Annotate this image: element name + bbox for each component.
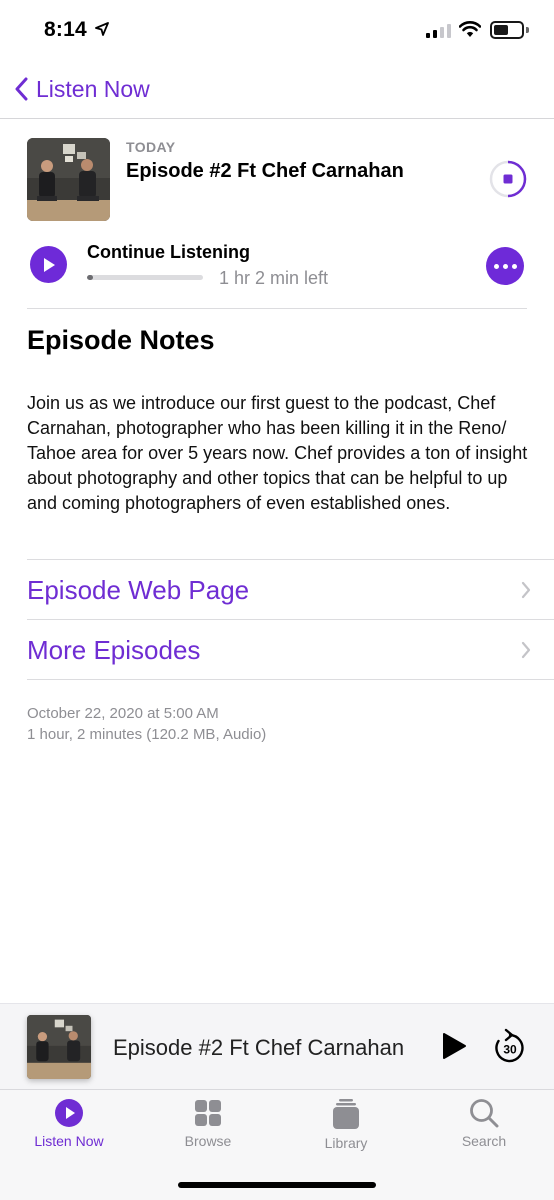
tab-label: Listen Now: [34, 1133, 104, 1149]
listen-now-icon: [55, 1099, 83, 1127]
download-progress-stop-icon[interactable]: [488, 158, 528, 200]
mini-player-play-icon[interactable]: [440, 1031, 468, 1061]
episode-web-page-link[interactable]: Episode Web Page: [27, 560, 531, 620]
chevron-right-icon: [521, 581, 531, 599]
mini-player[interactable]: Episode #2 Ft Chef Carnahan 30: [0, 1003, 554, 1089]
back-button-label: Listen Now: [36, 75, 150, 102]
episode-notes-heading: Episode Notes: [27, 325, 215, 355]
tab-library[interactable]: Library: [291, 1098, 401, 1151]
cellular-signal-icon: [426, 22, 451, 38]
wifi-icon: [459, 21, 481, 37]
skip-forward-30-icon[interactable]: 30: [492, 1027, 528, 1067]
episode-date-label: TODAY: [126, 139, 176, 155]
skip-seconds-label: 30: [503, 1043, 517, 1057]
browse-grid-icon: [195, 1100, 221, 1126]
back-button[interactable]: Listen Now: [14, 72, 150, 106]
continue-listening-label: Continue Listening: [87, 242, 250, 262]
nav-divider: [0, 118, 554, 119]
episode-title: Episode #2 Ft Chef Carnahan: [126, 160, 404, 182]
tab-label: Browse: [184, 1133, 232, 1149]
mini-player-artwork: [27, 1015, 91, 1079]
tab-listen-now[interactable]: Listen Now: [14, 1098, 124, 1149]
status-bar: 8:14: [0, 0, 554, 62]
search-icon: [470, 1099, 499, 1128]
episode-web-page-label: Episode Web Page: [27, 574, 250, 605]
more-episodes-link[interactable]: More Episodes: [27, 620, 531, 680]
home-indicator: [178, 1182, 376, 1188]
battery-icon: [490, 21, 524, 39]
episode-artwork: [27, 138, 110, 221]
row-divider: [27, 679, 554, 680]
more-episodes-label: More Episodes: [27, 634, 201, 665]
tab-search[interactable]: Search: [429, 1098, 539, 1149]
tab-label: Search: [461, 1133, 507, 1149]
publish-date: October 22, 2020 at 5:00 AM: [27, 705, 219, 722]
status-time: 8:14: [44, 18, 87, 41]
episode-details: 1 hour, 2 minutes (120.2 MB, Audio): [27, 726, 267, 743]
location-arrow-icon: [95, 22, 109, 36]
play-button[interactable]: [30, 246, 67, 283]
library-stack-icon: [333, 1099, 359, 1129]
battery-nub: [526, 27, 529, 33]
play-icon: [43, 257, 55, 272]
playback-progress-bar: [87, 275, 203, 280]
tab-browse[interactable]: Browse: [153, 1098, 263, 1149]
time-left-label: 1 hr 2 min left: [219, 268, 329, 288]
chevron-right-icon: [521, 641, 531, 659]
mini-player-title: Episode #2 Ft Chef Carnahan: [113, 1035, 405, 1060]
chevron-left-icon: [15, 77, 28, 101]
section-divider: [27, 308, 527, 309]
more-options-button[interactable]: [486, 247, 524, 285]
playback-progress-fill: [87, 275, 93, 280]
episode-notes-body: Join us as we introduce our first guest …: [27, 393, 528, 513]
tab-label: Library: [324, 1135, 368, 1151]
